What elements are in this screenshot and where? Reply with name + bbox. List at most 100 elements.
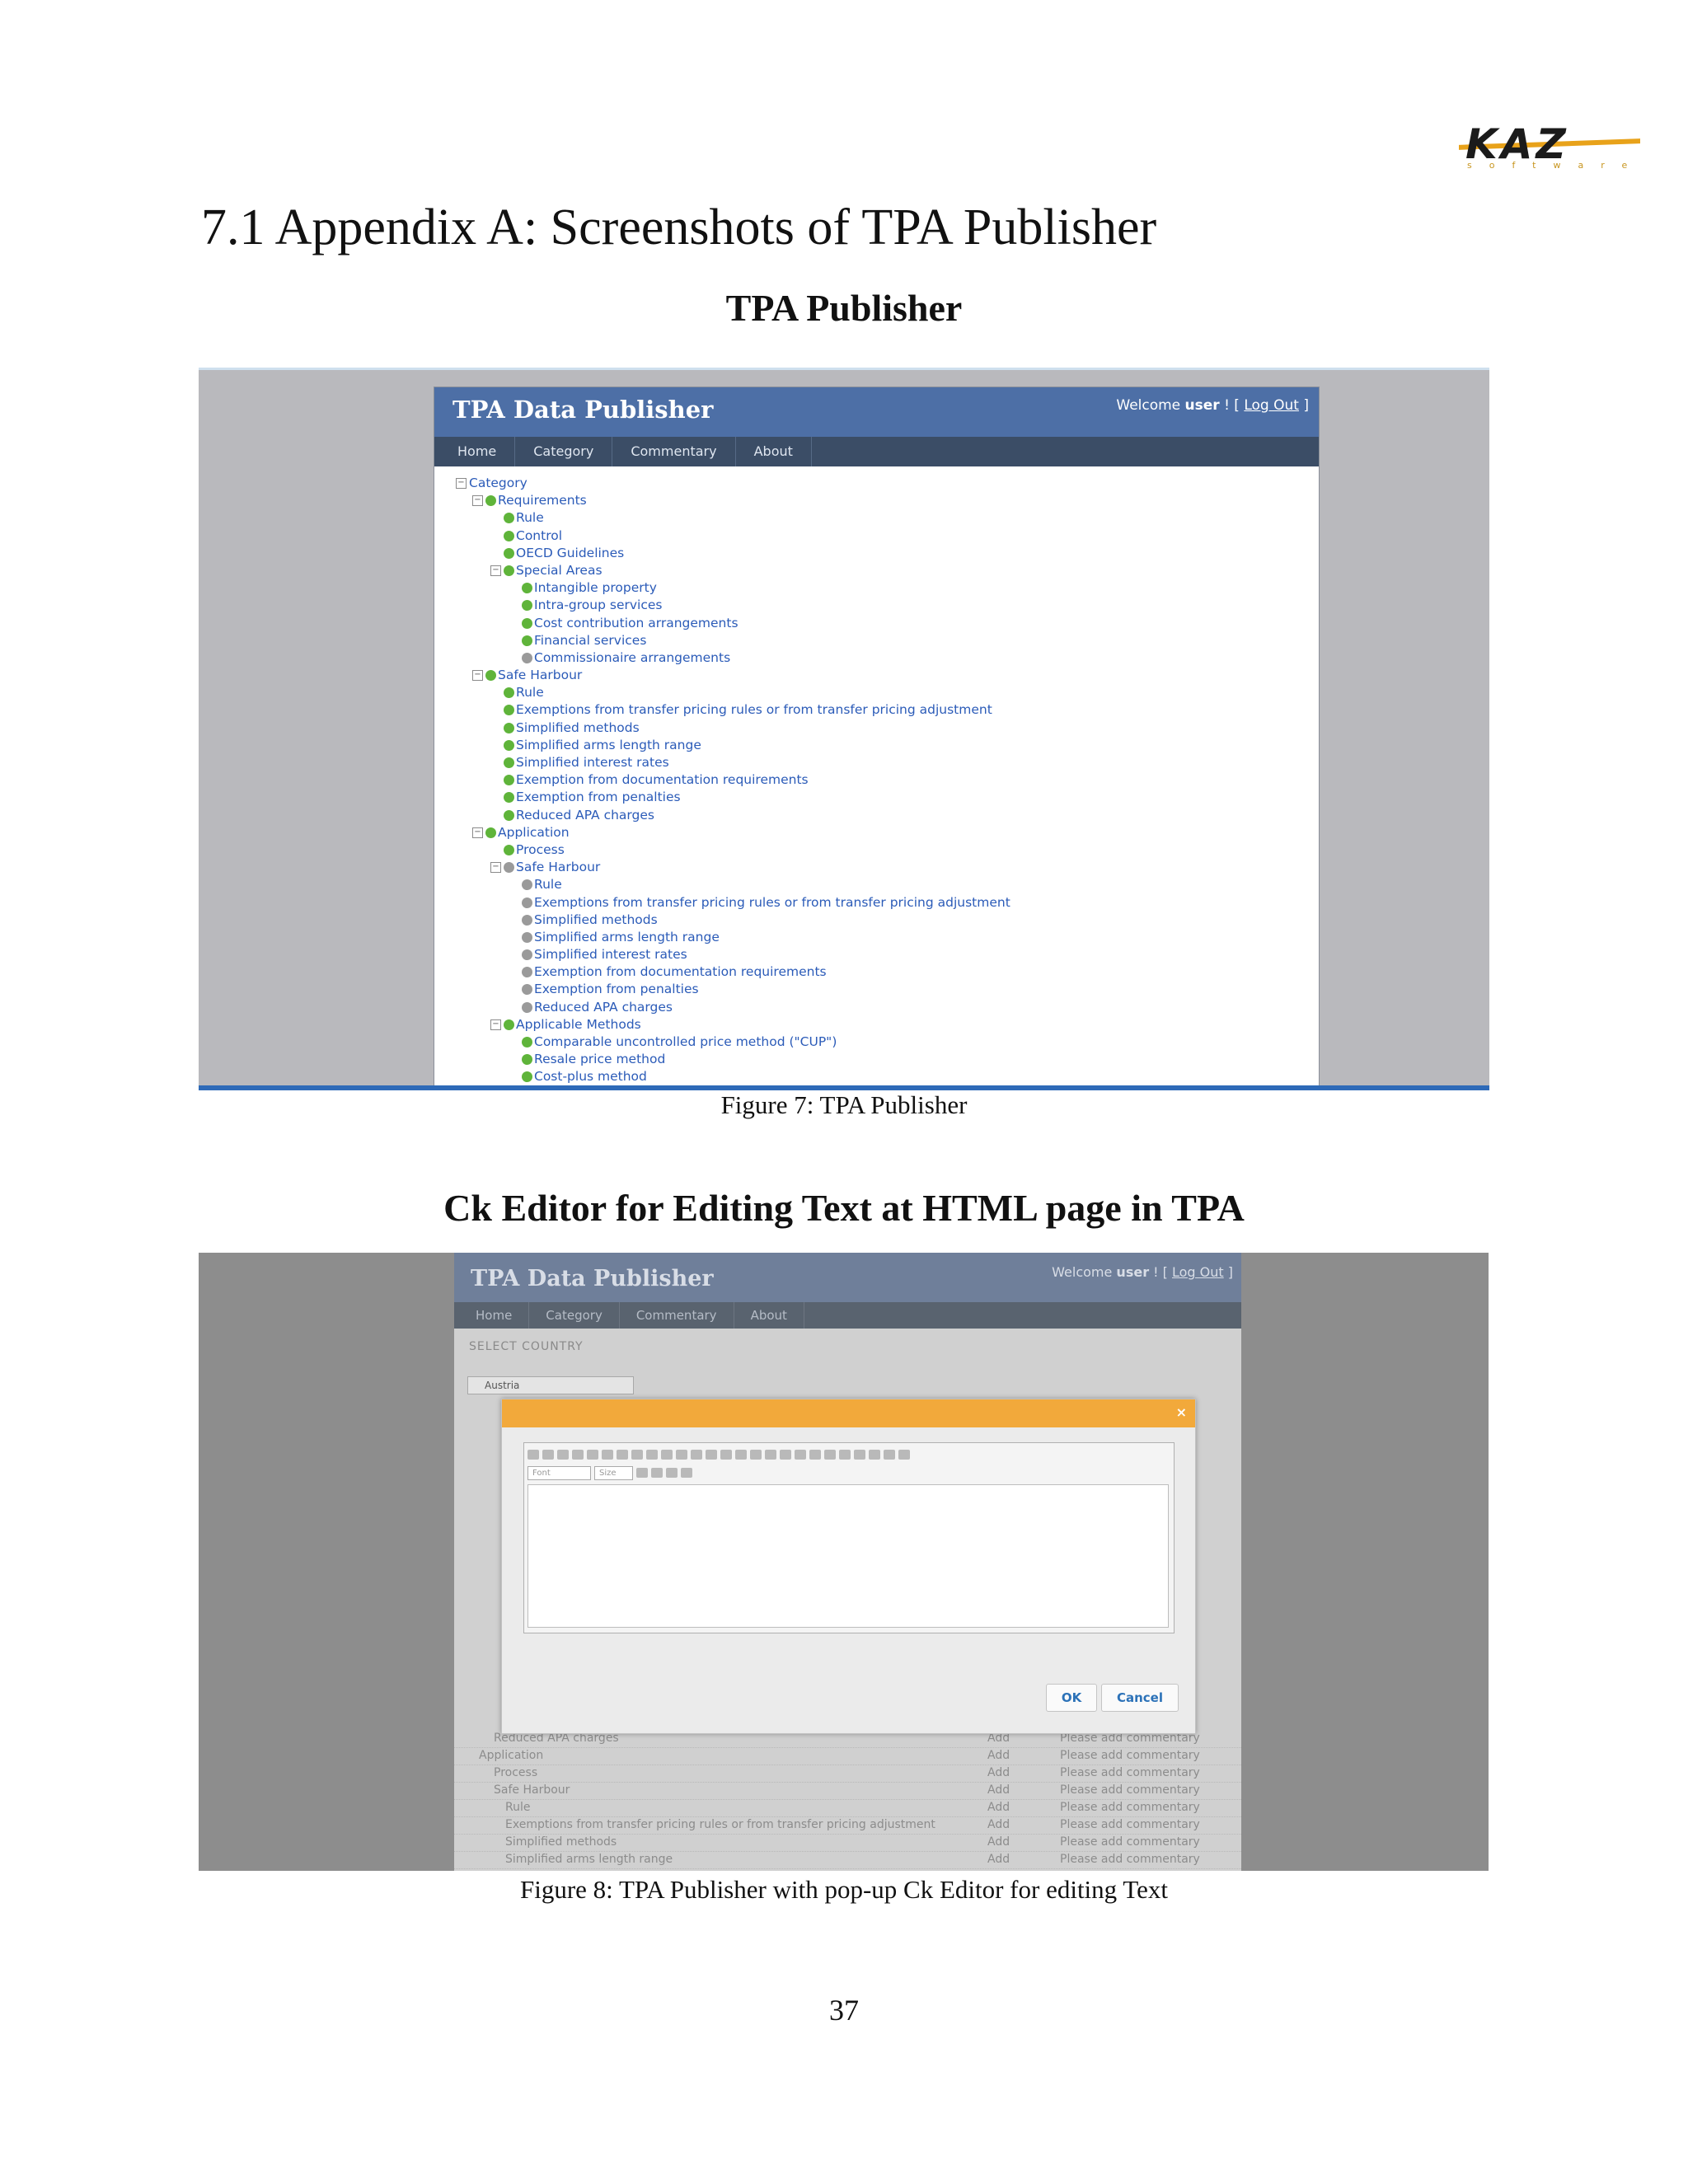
tree-node[interactable]: Exemption from documentation requirement… [434, 771, 1319, 789]
add-link[interactable]: Add [987, 1749, 1010, 1762]
indent-icon[interactable] [795, 1450, 806, 1460]
tree-node-label[interactable]: Special Areas [516, 563, 603, 578]
tree-node-label[interactable]: Exemptions from transfer pricing rules o… [516, 702, 992, 717]
tree-node-label[interactable]: OECD Guidelines [516, 546, 624, 560]
align-center-icon[interactable] [839, 1450, 851, 1460]
nav-commentary[interactable]: Commentary [612, 437, 736, 466]
tree-node[interactable]: Rule [434, 684, 1319, 701]
numbered-list-icon[interactable] [750, 1450, 762, 1460]
tree-node-label[interactable]: Requirements [498, 493, 587, 508]
tree-node[interactable]: Cost contribution arrangements [434, 615, 1319, 632]
country-select[interactable]: Austria [467, 1376, 634, 1394]
tree-node-label[interactable]: Exemption from documentation requirement… [534, 964, 827, 979]
tree-node-label[interactable]: Safe Harbour [498, 668, 582, 682]
add-link[interactable]: Add [987, 1853, 1010, 1866]
tree-node-label[interactable]: Commissionaire arrangements [534, 650, 730, 665]
collapse-toggle-icon[interactable]: − [472, 495, 483, 507]
align-right-icon[interactable] [854, 1450, 865, 1460]
tree-node[interactable]: − Applicable Methods [434, 1016, 1319, 1033]
replace-icon[interactable] [631, 1450, 643, 1460]
tree-node-label[interactable]: Comparable uncontrolled price method ("C… [534, 1034, 837, 1049]
tree-node-label[interactable]: Rule [516, 685, 544, 700]
tree-node[interactable]: Exemptions from transfer pricing rules o… [434, 894, 1319, 912]
nav-home[interactable]: Home [459, 1302, 530, 1329]
nav-home[interactable]: Home [439, 437, 516, 466]
tree-node-label[interactable]: Process [516, 842, 565, 857]
collapse-toggle-icon[interactable]: − [490, 862, 501, 874]
tree-node-label[interactable]: Safe Harbour [516, 860, 600, 874]
tree-node[interactable]: Control [434, 527, 1319, 545]
italic-icon[interactable] [676, 1450, 687, 1460]
tree-node[interactable]: Commissionaire arrangements [434, 649, 1319, 667]
collapse-toggle-icon[interactable]: − [472, 670, 483, 682]
add-link[interactable]: Add [987, 1818, 1010, 1831]
tree-node[interactable]: Cost-plus method [434, 1068, 1319, 1085]
tree-node[interactable]: − Requirements [434, 492, 1319, 509]
tree-node[interactable]: Exemption from penalties [434, 981, 1319, 998]
bold-icon[interactable] [661, 1450, 673, 1460]
collapse-toggle-icon[interactable]: − [456, 478, 467, 489]
tree-node[interactable]: Simplified interest rates [434, 754, 1319, 771]
tree-node-label[interactable]: Financial services [534, 633, 646, 648]
add-link[interactable]: Add [987, 1766, 1010, 1779]
tree-node-label[interactable]: Cost-plus method [534, 1069, 647, 1084]
justify-icon[interactable] [869, 1450, 880, 1460]
cancel-button[interactable]: Cancel [1101, 1684, 1179, 1712]
editor-text-area[interactable] [528, 1484, 1169, 1628]
tree-node[interactable]: Comparable uncontrolled price method ("C… [434, 1033, 1319, 1051]
paste-icon[interactable] [572, 1450, 584, 1460]
outdent-icon[interactable] [780, 1450, 791, 1460]
tree-node[interactable]: − Category [434, 475, 1319, 492]
tree-node[interactable]: − Special Areas [434, 562, 1319, 579]
tree-node-label[interactable]: Exemption from penalties [534, 982, 699, 996]
tree-node-label[interactable]: Exemption from documentation requirement… [516, 772, 809, 787]
tree-node[interactable]: Simplified methods [434, 719, 1319, 737]
blockquote-icon[interactable] [809, 1450, 821, 1460]
tree-node-label[interactable]: Simplified arms length range [534, 930, 720, 944]
tree-node[interactable]: Simplified interest rates [434, 946, 1319, 963]
logout-link[interactable]: Log Out [1172, 1264, 1224, 1280]
tree-node-label[interactable]: Intangible property [534, 580, 657, 595]
tree-node[interactable]: − Safe Harbour [434, 859, 1319, 876]
maximize-icon[interactable] [666, 1468, 678, 1478]
ok-button[interactable]: OK [1046, 1684, 1097, 1712]
unlink-icon[interactable] [898, 1450, 910, 1460]
tree-node-label[interactable]: Reduced APA charges [516, 808, 654, 823]
collapse-toggle-icon[interactable]: − [490, 1019, 501, 1030]
tree-node[interactable]: Exemption from documentation requirement… [434, 963, 1319, 981]
collapse-toggle-icon[interactable]: − [490, 565, 501, 576]
text-color-icon[interactable] [636, 1468, 648, 1478]
nav-category[interactable]: Category [529, 1302, 620, 1329]
tree-node-label[interactable]: Resale price method [534, 1052, 665, 1066]
tree-node[interactable]: Simplified arms length range [434, 737, 1319, 754]
bg-color-icon[interactable] [651, 1468, 663, 1478]
logout-link[interactable]: Log Out [1244, 397, 1299, 414]
subscript-icon[interactable] [720, 1450, 732, 1460]
tree-node-label[interactable]: Category [469, 476, 528, 490]
tree-node-label[interactable]: Reduced APA charges [534, 1000, 673, 1015]
tree-node[interactable]: Financial services [434, 632, 1319, 649]
select-all-icon[interactable] [646, 1450, 658, 1460]
find-icon[interactable] [617, 1450, 628, 1460]
add-link[interactable]: Add [987, 1801, 1010, 1814]
tree-node[interactable]: Rule [434, 876, 1319, 893]
size-select[interactable]: Size [594, 1465, 633, 1480]
tree-node-label[interactable]: Simplified interest rates [534, 947, 687, 962]
tree-node-label[interactable]: Simplified methods [534, 912, 658, 927]
nav-category[interactable]: Category [515, 437, 613, 466]
nav-about[interactable]: About [734, 1302, 804, 1329]
tree-node-label[interactable]: Exemption from penalties [516, 790, 681, 804]
tree-node[interactable]: Intra-group services [434, 597, 1319, 614]
tree-node-label[interactable]: Simplified arms length range [516, 738, 701, 752]
tree-node[interactable]: Process [434, 841, 1319, 859]
tree-node-label[interactable]: Exemptions from transfer pricing rules o… [534, 895, 1010, 910]
nav-commentary[interactable]: Commentary [620, 1302, 734, 1329]
tree-node[interactable]: Rule [434, 509, 1319, 527]
bulleted-list-icon[interactable] [765, 1450, 776, 1460]
tree-node[interactable]: − Application [434, 824, 1319, 841]
strike-icon[interactable] [706, 1450, 717, 1460]
add-link[interactable]: Add [987, 1835, 1010, 1849]
source-icon[interactable] [528, 1450, 539, 1460]
tree-node[interactable]: Exemptions from transfer pricing rules o… [434, 701, 1319, 719]
close-icon[interactable]: × [1176, 1404, 1187, 1420]
